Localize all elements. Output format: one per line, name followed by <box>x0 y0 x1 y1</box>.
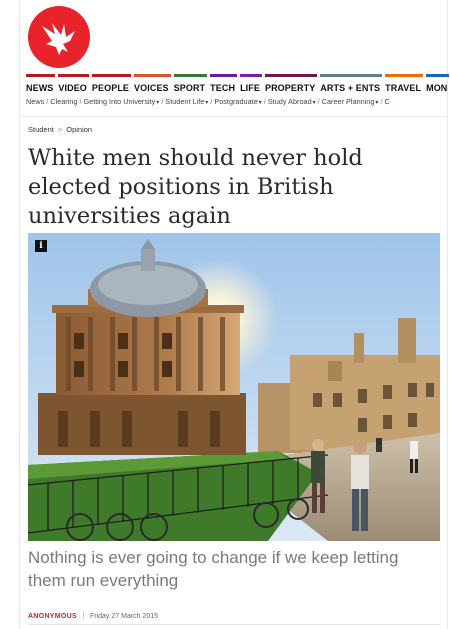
subnav-item-news[interactable]: News <box>26 97 44 106</box>
subnav-separator: / <box>210 97 213 106</box>
nav-item-arts-ents[interactable]: ARTS + ENTS <box>320 74 383 92</box>
page-border-right <box>447 0 448 629</box>
chevron-down-icon: ▾ <box>375 100 379 106</box>
subnav-item-career-planning[interactable]: Career Planning▾ <box>322 97 379 106</box>
main-nav: NEWS VIDEO PEOPLE VOICES SPORT TECH LIFE PROPER… <box>26 74 450 92</box>
chevron-down-icon: ▾ <box>156 100 160 106</box>
subnav-item-student-life[interactable]: Student Life▾ <box>165 97 208 106</box>
subnav-item-clearing[interactable]: Clearing <box>50 97 77 106</box>
author-link[interactable]: ANONYMOUS <box>28 613 77 620</box>
subnav-item-label: Postgraduate <box>214 97 258 106</box>
nav-item-voices[interactable]: VOICES <box>134 74 171 92</box>
nav-item-sport[interactable]: SPORT <box>173 74 208 92</box>
publish-date: Friday 27 March 2015 <box>89 613 159 620</box>
subnav-item-label: Study Abroad <box>267 97 312 106</box>
nav-item-news[interactable]: NEWS <box>26 74 56 92</box>
article-hero-image: i <box>28 233 440 541</box>
subnav-item-study-abroad[interactable]: Study Abroad▾ <box>268 97 316 106</box>
nav-item-people[interactable]: PEOPLE <box>91 74 132 92</box>
subnav-item-postgraduate[interactable]: Postgraduate▾ <box>214 97 261 106</box>
subnav-separator: / <box>46 97 49 106</box>
nav-item-life[interactable]: LIFE <box>240 74 262 92</box>
breadcrumb-opinion[interactable]: Opinion <box>66 125 92 134</box>
masthead <box>20 0 448 74</box>
subnav-separator: / <box>317 97 320 106</box>
subnav-separator: / <box>380 97 383 106</box>
nav-item-video[interactable]: VIDEO <box>58 74 89 92</box>
byline-divider-rule <box>28 624 440 625</box>
subnav-item-label: Getting Into University <box>83 97 156 106</box>
subnav-separator: / <box>263 97 266 106</box>
subnav-separator: / <box>79 97 82 106</box>
subnav-item-label: Student Life <box>165 97 205 106</box>
article-standfirst: Nothing is ever going to change if we ke… <box>28 548 399 590</box>
article-headline: White men should never hold elected posi… <box>28 145 363 229</box>
subnav-item-label: News <box>26 97 45 106</box>
subnav-item-label: Career Planning <box>321 97 375 106</box>
nav-item-travel[interactable]: TRAVEL <box>385 74 424 92</box>
eagle-icon <box>42 23 75 55</box>
breadcrumb: Student > Opinion <box>28 125 92 134</box>
page-border-left <box>19 0 20 629</box>
byline-divider <box>82 611 84 619</box>
section-subnav: News / Clearing / Getting Into University▾ / S… <box>26 97 450 109</box>
chevron-down-icon: ▾ <box>312 100 316 106</box>
breadcrumb-separator: > <box>57 125 63 134</box>
subnav-item-label: Clearing <box>50 97 78 106</box>
subnav-item-getting-into-university[interactable]: Getting Into University▾ <box>84 97 160 106</box>
subnav-separator: / <box>161 97 164 106</box>
nav-item-tech[interactable]: TECH <box>210 74 238 92</box>
chevron-down-icon: ▾ <box>258 100 262 106</box>
radcliffe-camera-photo <box>28 233 440 541</box>
article-byline: ANONYMOUS Friday 27 March 2015 <box>28 611 158 620</box>
nav-item-mon[interactable]: MON <box>426 74 450 92</box>
nav-item-property[interactable]: PROPERTY <box>264 74 318 92</box>
header-divider <box>20 116 448 117</box>
info-icon[interactable]: i <box>35 240 47 252</box>
chevron-down-icon: ▾ <box>205 100 209 106</box>
breadcrumb-student[interactable]: Student <box>28 125 54 134</box>
site-logo[interactable] <box>28 6 90 68</box>
subnav-item-truncated[interactable]: C <box>384 97 389 106</box>
